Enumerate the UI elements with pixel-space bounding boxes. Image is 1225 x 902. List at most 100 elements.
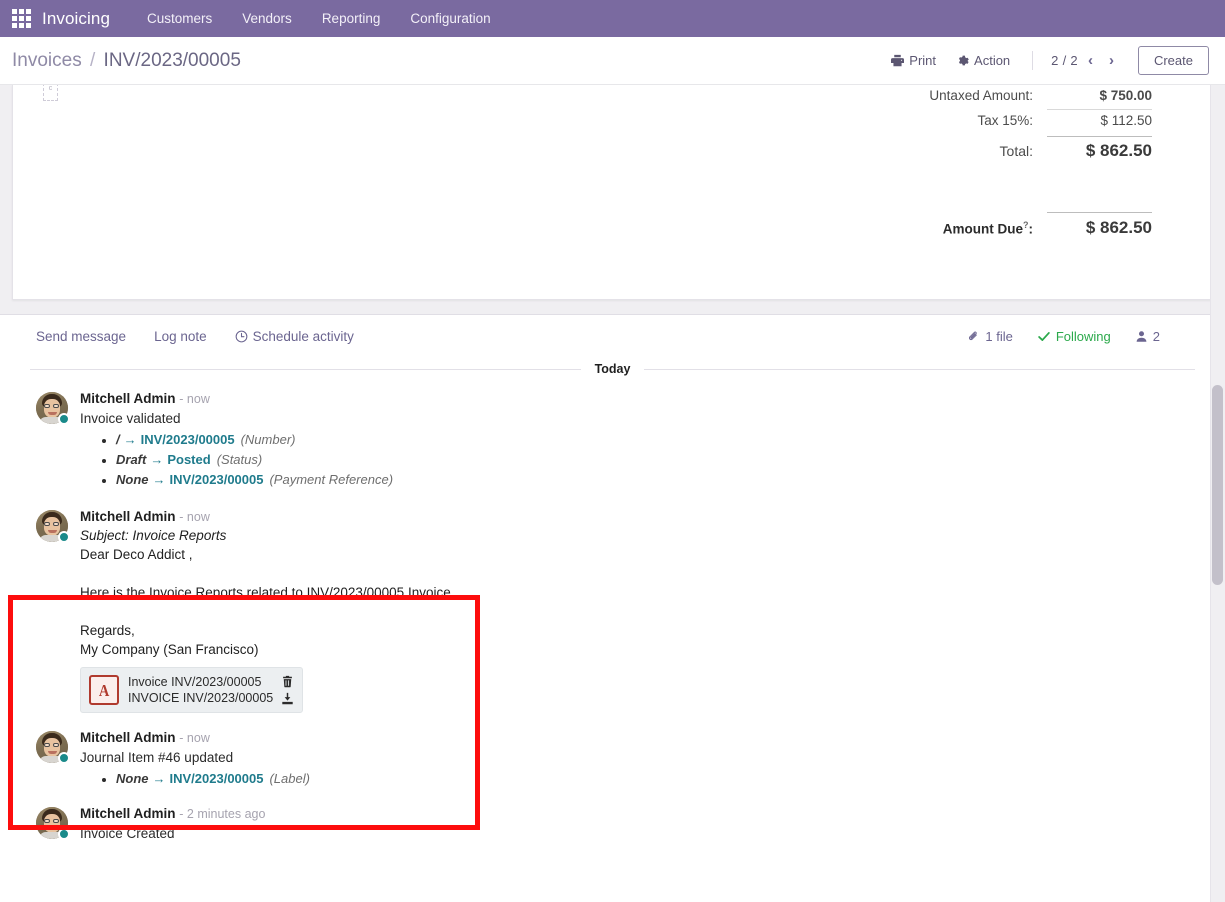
control-panel: Invoices / INV/2023/00005 Print Action 2… <box>0 37 1225 85</box>
download-icon[interactable] <box>281 692 294 705</box>
avatar[interactable] <box>36 807 70 840</box>
message-text: Invoice Created <box>80 826 175 841</box>
message-list: Mitchell Admin - now Invoice validated /… <box>0 384 1225 869</box>
tracking-field-name: (Payment Reference) <box>269 472 394 487</box>
arrow-right-icon: → <box>152 472 166 487</box>
message-timestamp: - now <box>179 510 210 524</box>
message-item: Mitchell Admin - now Invoice validated /… <box>0 384 1225 496</box>
online-status-dot <box>58 413 70 425</box>
create-button[interactable]: Create <box>1137 46 1209 75</box>
chatter-toolbar: Send message Log note Schedule activity … <box>0 315 1225 356</box>
pdf-file-icon: A <box>89 675 119 705</box>
untaxed-amount-value: $ 750.00 <box>1099 88 1152 103</box>
tracking-value-list: / → INV/2023/00005 (Number) Draft → Posted (St… <box>80 430 1205 490</box>
tax-label: Tax 15%: <box>977 113 1033 128</box>
attachment-labels: Invoice INV/2023/00005 INVOICE INV/2023/… <box>128 674 273 706</box>
message-text: Journal Item #46 updated <box>80 750 234 765</box>
attachment-subname: INVOICE INV/2023/00005 <box>128 691 274 705</box>
message-body: Mitchell Admin - now Subject: Invoice Re… <box>80 508 1205 713</box>
invoice-totals: Untaxed Amount: $ 750.00 Tax 15%: $ 112.… <box>852 85 1152 241</box>
online-status-dot <box>58 828 70 840</box>
schedule-activity-label: Schedule activity <box>252 329 354 344</box>
pager-count: 2 / 2 <box>1051 53 1078 68</box>
online-status-dot <box>58 531 70 543</box>
tracking-field-name: (Status) <box>216 452 263 467</box>
message-item: Mitchell Admin - now Journal Item #46 up… <box>0 719 1225 795</box>
date-separator-line-left <box>30 368 581 370</box>
avatar[interactable] <box>36 731 70 764</box>
tracking-field-name: (Label) <box>269 771 310 786</box>
schedule-activity-button[interactable]: Schedule activity <box>235 329 354 344</box>
check-icon <box>1037 330 1051 343</box>
vertical-scrollbar[interactable] <box>1210 85 1225 902</box>
gear-icon <box>956 54 969 67</box>
amount-due-colon: : <box>1028 221 1034 236</box>
tracking-new-value: Posted <box>167 452 211 467</box>
chevron-right-icon[interactable]: › <box>1103 51 1120 70</box>
breadcrumb-invoices-link[interactable]: Invoices <box>12 50 82 71</box>
breadcrumb-current-record: INV/2023/00005 <box>103 49 241 71</box>
message-author[interactable]: Mitchell Admin <box>80 730 176 745</box>
clock-icon <box>235 330 248 343</box>
online-status-dot <box>58 752 70 764</box>
attachment-card[interactable]: A Invoice INV/2023/00005 INVOICE INV/202… <box>80 667 304 713</box>
chevron-left-icon[interactable]: ‹ <box>1082 51 1099 70</box>
tracking-value-row: Draft → Posted (Status) <box>102 450 1205 470</box>
attachment-count-button[interactable]: 1 file <box>967 329 1013 344</box>
message-author[interactable]: Mitchell Admin <box>80 806 176 821</box>
message-timestamp: - 2 minutes ago <box>179 807 266 821</box>
followers-count-button[interactable]: 2 <box>1135 329 1160 344</box>
chatter-panel: Send message Log note Schedule activity … <box>0 314 1225 902</box>
nav-item-configuration[interactable]: Configuration <box>395 0 505 37</box>
following-toggle[interactable]: Following <box>1037 329 1111 344</box>
tracking-new-value: INV/2023/00005 <box>169 472 264 487</box>
send-message-button[interactable]: Send message <box>36 329 126 344</box>
message-line-body: Here is the Invoice Reports related to I… <box>80 585 455 600</box>
amount-due-label: Amount Due?: <box>943 220 1047 237</box>
totals-row-untaxed: Untaxed Amount: $ 750.00 <box>852 85 1152 106</box>
date-separator-label: Today <box>594 362 631 376</box>
print-label: Print <box>909 53 937 68</box>
record-pager: 2 / 2 ‹ › <box>1032 51 1120 70</box>
print-button[interactable]: Print <box>881 49 946 72</box>
chatter-stats: 1 file Following 2 <box>967 329 1205 344</box>
attachment-actions <box>281 675 294 705</box>
message-author[interactable]: Mitchell Admin <box>80 509 176 524</box>
app-brand-invoicing[interactable]: Invoicing <box>42 9 110 29</box>
tracking-value-row: None → INV/2023/00005 (Payment Reference) <box>102 470 1205 490</box>
tracking-old-value: None <box>116 472 149 487</box>
invoice-sheet: c Untaxed Amount: $ 750.00 Tax 15%: $ 11… <box>12 85 1213 300</box>
avatar[interactable] <box>36 392 70 425</box>
scrollbar-thumb[interactable] <box>1212 385 1223 585</box>
message-header: Mitchell Admin - now <box>80 729 1205 747</box>
action-button[interactable]: Action <box>946 49 1020 72</box>
message-text: Invoice validated <box>80 411 181 426</box>
tax-value: $ 112.50 <box>1047 109 1152 128</box>
amount-due-value: $ 862.50 <box>1047 212 1152 238</box>
paperclip-icon <box>967 330 980 343</box>
amount-due-text: Amount Due <box>942 221 1023 236</box>
message-subject: Subject: Invoice Reports <box>80 528 227 543</box>
apps-grid-icon[interactable] <box>8 6 34 32</box>
message-header: Mitchell Admin - now <box>80 508 1205 526</box>
message-signoff: Regards, <box>80 623 135 638</box>
attachment-count-label: 1 file <box>985 329 1013 344</box>
trash-icon[interactable] <box>281 675 294 688</box>
breadcrumb: Invoices / INV/2023/00005 <box>12 50 241 72</box>
message-author[interactable]: Mitchell Admin <box>80 391 176 406</box>
nav-item-reporting[interactable]: Reporting <box>307 0 396 37</box>
message-item-email: Mitchell Admin - now Subject: Invoice Re… <box>0 496 1225 719</box>
arrow-right-icon: → <box>152 771 166 786</box>
nav-item-customers[interactable]: Customers <box>132 0 227 37</box>
message-body: Mitchell Admin - now Journal Item #46 up… <box>80 729 1205 789</box>
nav-item-vendors[interactable]: Vendors <box>227 0 307 37</box>
message-company: My Company (San Francisco) <box>80 642 259 657</box>
message-timestamp: - now <box>179 392 210 406</box>
date-separator: Today <box>30 362 1196 376</box>
form-scroll-area[interactable]: c Untaxed Amount: $ 750.00 Tax 15%: $ 11… <box>0 85 1225 902</box>
log-note-button[interactable]: Log note <box>154 329 207 344</box>
followers-count-label: 2 <box>1152 329 1160 344</box>
date-separator-line-right <box>644 368 1196 370</box>
total-value: $ 862.50 <box>1047 136 1152 161</box>
avatar[interactable] <box>36 510 70 543</box>
